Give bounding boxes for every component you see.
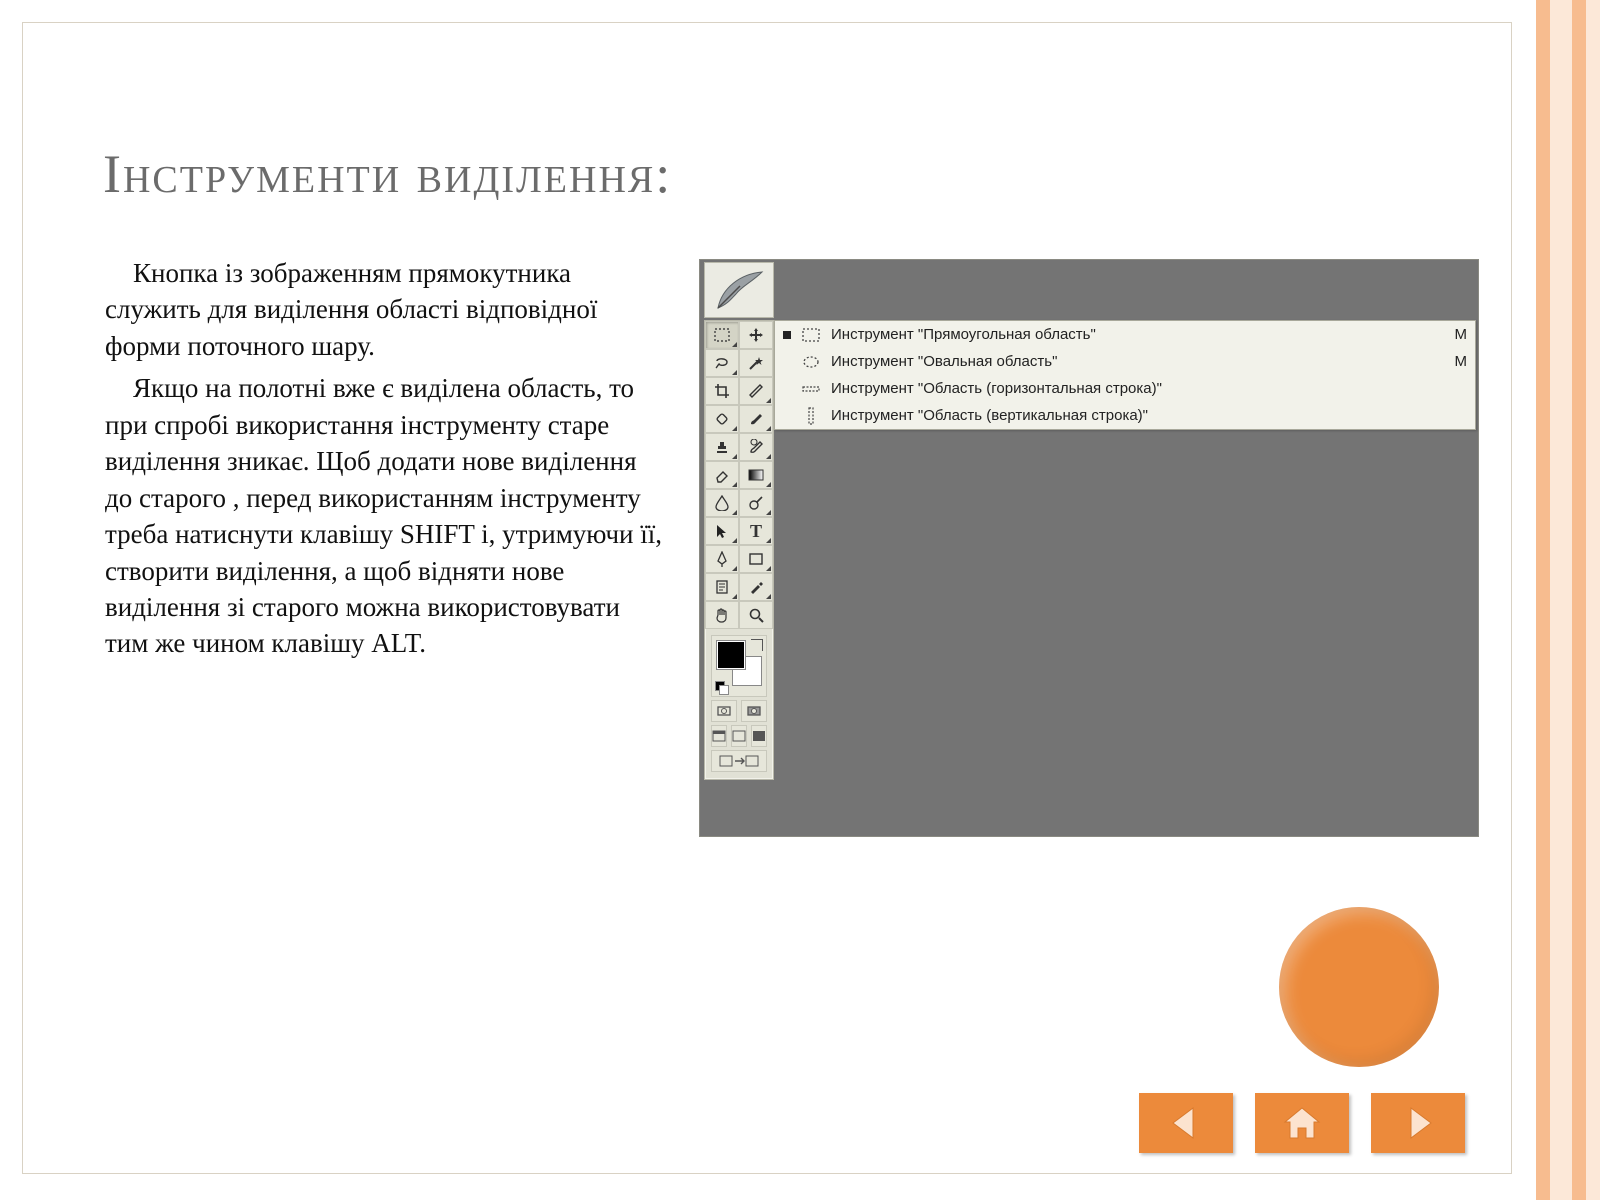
tool-hand[interactable] xyxy=(705,601,739,629)
tools-toolbar: T xyxy=(704,320,774,780)
tool-path-select[interactable] xyxy=(705,517,739,545)
slide-title: Інструменти виділення: xyxy=(103,143,672,205)
swap-colors-icon[interactable] xyxy=(751,639,763,651)
decorative-stripes xyxy=(1536,0,1600,1200)
tool-healing[interactable] xyxy=(705,405,739,433)
tool-marquee[interactable] xyxy=(705,321,739,349)
slide-body: Кнопка із зображенням прямокутника служи… xyxy=(105,255,670,668)
paragraph-2: Якщо на полотні вже є виділена область, … xyxy=(105,370,670,662)
rect-marquee-icon xyxy=(801,326,821,344)
tool-type[interactable]: T xyxy=(739,517,773,545)
decorative-circle xyxy=(1279,907,1439,1067)
jump-to-imageready[interactable] xyxy=(711,750,767,772)
flyout-label: Инструмент "Область (горизонтальная стро… xyxy=(831,380,1467,397)
nav-buttons xyxy=(1139,1093,1465,1153)
tool-crop[interactable] xyxy=(705,377,739,405)
photoshop-screenshot: T xyxy=(699,259,1479,837)
tool-notes[interactable] xyxy=(705,573,739,601)
tool-move[interactable] xyxy=(739,321,773,349)
tool-zoom[interactable] xyxy=(739,601,773,629)
screen-mode-3[interactable] xyxy=(751,725,767,747)
column-marquee-icon xyxy=(801,407,821,425)
color-swatches[interactable] xyxy=(711,635,767,697)
paragraph-1: Кнопка із зображенням прямокутника служи… xyxy=(105,255,670,364)
flyout-item-oval[interactable]: Инструмент "Овальная область" M xyxy=(775,348,1475,375)
row-marquee-icon xyxy=(801,380,821,398)
flyout-label: Инструмент "Область (вертикальная строка… xyxy=(831,407,1467,424)
app-header-icon xyxy=(704,262,774,318)
tool-eraser[interactable] xyxy=(705,461,739,489)
flyout-item-row[interactable]: Инструмент "Область (горизонтальная стро… xyxy=(775,375,1475,402)
tool-lasso[interactable] xyxy=(705,349,739,377)
flyout-label: Инструмент "Прямоугольная область" xyxy=(831,326,1455,343)
tool-magic-wand[interactable] xyxy=(739,349,773,377)
oval-marquee-icon xyxy=(801,353,821,371)
tool-stamp[interactable] xyxy=(705,433,739,461)
tool-brush[interactable] xyxy=(739,405,773,433)
screen-mode-2[interactable] xyxy=(731,725,747,747)
tool-history-brush[interactable] xyxy=(739,433,773,461)
tool-gradient[interactable] xyxy=(739,461,773,489)
tool-slice[interactable] xyxy=(739,377,773,405)
foreground-color-swatch[interactable] xyxy=(716,640,746,670)
slide-frame: Інструменти виділення: Кнопка із зображе… xyxy=(22,22,1512,1174)
tool-pen[interactable] xyxy=(705,545,739,573)
flyout-shortcut: M xyxy=(1455,353,1468,370)
mode-standard[interactable] xyxy=(711,700,737,722)
flyout-item-rect[interactable]: Инструмент "Прямоугольная область" M xyxy=(775,321,1475,348)
tool-eyedropper[interactable] xyxy=(739,573,773,601)
mode-quickmask[interactable] xyxy=(741,700,767,722)
tool-dodge[interactable] xyxy=(739,489,773,517)
tool-blur[interactable] xyxy=(705,489,739,517)
tool-shape[interactable] xyxy=(739,545,773,573)
selected-dot-icon xyxy=(783,331,791,339)
default-colors-icon[interactable] xyxy=(715,681,727,693)
home-button[interactable] xyxy=(1255,1093,1349,1153)
next-button[interactable] xyxy=(1371,1093,1465,1153)
screen-mode-1[interactable] xyxy=(711,725,727,747)
flyout-label: Инструмент "Овальная область" xyxy=(831,353,1455,370)
prev-button[interactable] xyxy=(1139,1093,1233,1153)
marquee-flyout-menu: Инструмент "Прямоугольная область" M Инс… xyxy=(774,320,1476,430)
flyout-shortcut: M xyxy=(1455,326,1468,343)
flyout-item-column[interactable]: Инструмент "Область (вертикальная строка… xyxy=(775,402,1475,429)
